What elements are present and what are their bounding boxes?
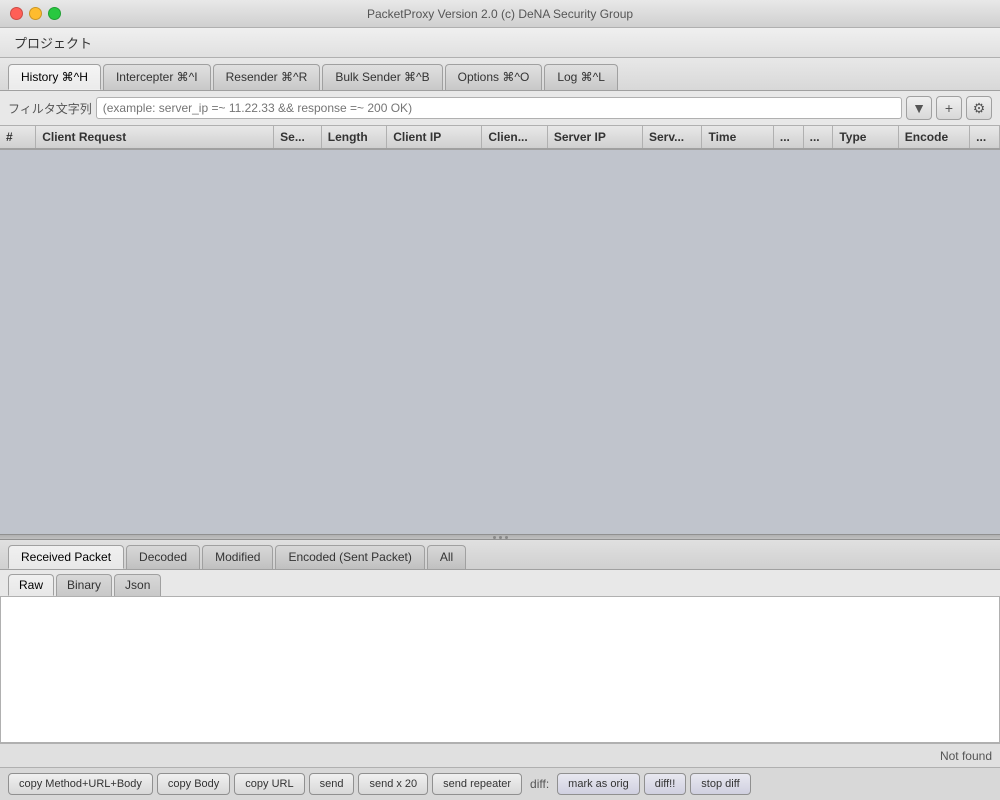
copy-body-button[interactable]: copy Body [157,773,230,795]
filter-dropdown-button[interactable]: ▼ [906,96,932,120]
packet-content-area[interactable] [0,597,1000,743]
menu-bar: プロジェクト [0,28,1000,58]
col-type[interactable]: Type [833,126,898,149]
table-header-row: # Client Request Se... Length Client IP … [0,126,1000,149]
col-client-request[interactable]: Client Request [36,126,274,149]
tab-all[interactable]: All [427,545,466,569]
copy-url-button[interactable]: copy URL [234,773,304,795]
tab-history[interactable]: History ⌘^H [8,64,101,90]
window-controls [10,7,61,20]
status-bar: Not found [0,743,1000,767]
resize-indicator [485,536,515,539]
tab-encoded-sent-packet[interactable]: Encoded (Sent Packet) [275,545,424,569]
col-se[interactable]: Se... [274,126,322,149]
app-title: PacketProxy Version 2.0 (c) DeNA Securit… [367,7,633,21]
tab-log[interactable]: Log ⌘^L [544,64,618,90]
tab-raw[interactable]: Raw [8,574,54,596]
tab-decoded[interactable]: Decoded [126,545,200,569]
packet-tab-bar: Received Packet Decoded Modified Encoded… [0,540,1000,570]
col-extra1[interactable]: ... [773,126,803,149]
stop-diff-button[interactable]: stop diff [690,773,750,795]
diff-button[interactable]: diff!! [644,773,687,795]
tab-json[interactable]: Json [114,574,161,596]
col-extra2[interactable]: ... [803,126,833,149]
bottom-panel: Received Packet Decoded Modified Encoded… [0,540,1000,800]
col-encode[interactable]: Encode [898,126,969,149]
format-tab-bar: Raw Binary Json [0,570,1000,597]
tab-options[interactable]: Options ⌘^O [445,64,543,90]
menu-item-project[interactable]: プロジェクト [8,31,98,54]
filter-settings-button[interactable]: ⚙ [966,96,992,120]
diff-label: diff: [526,777,553,791]
filter-add-button[interactable]: + [936,96,962,120]
close-button[interactable] [10,7,23,20]
maximize-button[interactable] [48,7,61,20]
tab-intercepter[interactable]: Intercepter ⌘^I [103,64,211,90]
main-tab-bar: History ⌘^H Intercepter ⌘^I Resender ⌘^R… [0,58,1000,91]
col-hash[interactable]: # [0,126,36,149]
col-length[interactable]: Length [321,126,386,149]
mark-as-orig-button[interactable]: mark as orig [557,773,640,795]
status-text: Not found [940,749,992,763]
minimize-button[interactable] [29,7,42,20]
col-client-ip[interactable]: Client IP [387,126,482,149]
history-table-container: # Client Request Se... Length Client IP … [0,126,1000,534]
main-content: フィルタ文字列 ▼ + ⚙ # Client Request Se... Len… [0,91,1000,800]
tab-binary[interactable]: Binary [56,574,112,596]
filter-input[interactable] [96,97,902,119]
filter-label: フィルタ文字列 [8,100,92,117]
tab-received-packet[interactable]: Received Packet [8,545,124,569]
send-button[interactable]: send [309,773,355,795]
col-time[interactable]: Time [702,126,773,149]
send-repeater-button[interactable]: send repeater [432,773,522,795]
col-extra3[interactable]: ... [970,126,1000,149]
action-bar: copy Method+URL+Body copy Body copy URL … [0,767,1000,800]
tab-resender[interactable]: Resender ⌘^R [213,64,321,90]
title-bar: PacketProxy Version 2.0 (c) DeNA Securit… [0,0,1000,28]
history-table: # Client Request Se... Length Client IP … [0,126,1000,150]
tab-modified[interactable]: Modified [202,545,273,569]
col-client-port[interactable]: Clien... [482,126,547,149]
col-server-port[interactable]: Serv... [643,126,702,149]
filter-bar: フィルタ文字列 ▼ + ⚙ [0,91,1000,126]
tab-bulk-sender[interactable]: Bulk Sender ⌘^B [322,64,442,90]
send-x20-button[interactable]: send x 20 [358,773,428,795]
copy-method-url-body-button[interactable]: copy Method+URL+Body [8,773,153,795]
col-server-ip[interactable]: Server IP [547,126,642,149]
